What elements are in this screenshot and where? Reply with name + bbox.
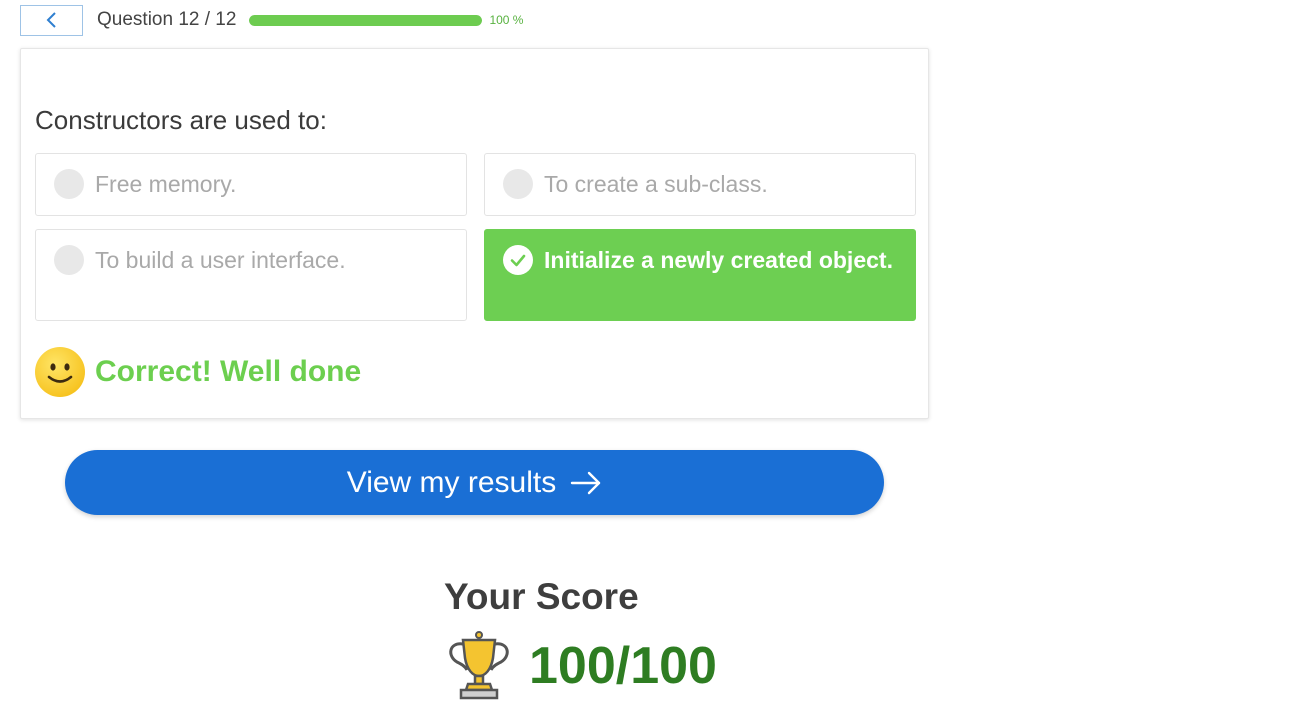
score-display: 100/100 [443,630,717,702]
answer-option-2[interactable]: To create a sub-class. [484,153,916,216]
answer-option-3[interactable]: To build a user interface. [35,229,467,321]
answer-option-4-correct[interactable]: Initialize a newly created object. [484,229,916,321]
back-button[interactable] [20,4,83,36]
question-counter: Question 12 / 12 [97,9,237,30]
check-circle-icon [503,245,533,275]
arrow-right-icon [571,471,601,494]
score-title: Your Score [444,576,639,617]
answer-option-1[interactable]: Free memory. [35,153,467,216]
radio-circle-icon [54,169,84,199]
progress-percent: 100 % [489,13,524,27]
view-results-button[interactable]: View my results [65,450,884,515]
smiley-face-icon [35,347,85,397]
progress-bar-fill [249,14,483,26]
radio-circle-icon [54,245,84,275]
chevron-left-icon [46,12,56,28]
radio-circle-icon [503,169,533,199]
question-text: Constructors are used to: [35,105,327,135]
feedback-text: Correct! Well done [95,355,362,388]
answer-option-label: Free memory. [95,171,237,197]
trophy-icon [449,631,509,700]
progress-bar [249,14,483,26]
view-results-label: View my results [346,465,557,499]
answer-option-label: Initialize a newly created object. [544,247,893,273]
answer-option-label: To build a user interface. [95,247,346,273]
quiz-header: Question 12 / 12 100 % [20,4,523,36]
answer-feedback: Correct! Well done [34,346,361,398]
score-value: 100/100 [529,637,717,695]
question-card: Constructors are used to: Free memory. T… [20,48,929,419]
answer-option-label: To create a sub-class. [544,171,768,197]
